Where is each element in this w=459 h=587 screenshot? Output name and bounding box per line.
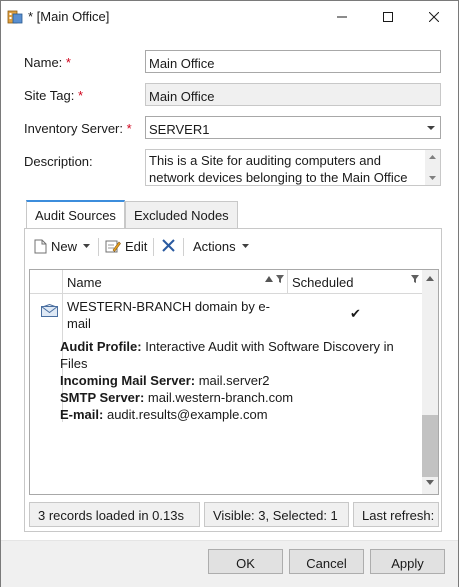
ok-button[interactable]: OK — [208, 549, 283, 574]
scrollbar-thumb[interactable] — [422, 415, 438, 477]
actions-button[interactable]: Actions — [193, 239, 249, 254]
status-records-loaded: 3 records loaded in 0.13s — [29, 502, 200, 527]
row-name-cell[interactable]: WESTERN-BRANCH domain by e-mail — [67, 298, 282, 332]
apply-button[interactable]: Apply — [370, 549, 445, 574]
row-indicator-header — [30, 270, 63, 293]
email-icon — [41, 304, 58, 317]
maximize-icon — [383, 12, 393, 22]
close-icon — [429, 12, 439, 22]
toolbar-divider — [98, 238, 99, 256]
row-indicator[interactable] — [30, 294, 63, 422]
scheduled-check-icon: ✔ — [350, 306, 361, 321]
new-button[interactable]: New — [34, 239, 91, 254]
required-marker: * — [126, 121, 132, 136]
filter-icon[interactable] — [276, 275, 284, 283]
chevron-down-icon[interactable] — [426, 125, 436, 131]
inventory-server-label: Inventory Server: * — [24, 121, 132, 136]
status-last-refresh: Last refresh: — [353, 502, 439, 527]
description-label: Description: — [24, 154, 93, 169]
maximize-button[interactable] — [365, 1, 411, 33]
sort-ascending-icon — [265, 276, 273, 282]
minimize-button[interactable] — [319, 1, 365, 33]
delete-button[interactable] — [162, 239, 175, 252]
cancel-button[interactable]: Cancel — [289, 549, 364, 574]
tab-audit-sources[interactable]: Audit Sources — [26, 200, 125, 229]
chevron-down-icon — [83, 244, 91, 248]
column-header-scheduled[interactable]: Scheduled — [288, 270, 422, 293]
toolbar-divider — [153, 238, 154, 256]
tab-panel: New Edit Actions Name Scheduled WESTERN-… — [24, 228, 442, 532]
audit-sources-grid[interactable]: Name Scheduled WESTERN-BRANCH domain by … — [29, 269, 439, 495]
detail-incoming-mail-server: Incoming Mail Server: mail.server2 — [60, 373, 270, 388]
site-tag-label: Site Tag: * — [24, 88, 84, 103]
description-textarea[interactable]: This is a Site for auditing computers an… — [145, 149, 441, 186]
dialog-window: * [Main Office] Name: * Site Tag: * Inve… — [0, 0, 459, 587]
minimize-icon — [337, 16, 347, 18]
filter-icon[interactable] — [411, 275, 419, 283]
chevron-down-icon — [241, 244, 249, 248]
column-header-name[interactable]: Name — [63, 270, 288, 293]
grid-scrollbar[interactable] — [422, 270, 438, 494]
edit-button[interactable]: Edit — [105, 239, 147, 254]
new-document-icon — [34, 239, 47, 254]
description-scrollbar[interactable] — [425, 150, 440, 185]
detail-smtp-server: SMTP Server: mail.western-branch.com — [60, 390, 294, 405]
required-marker: * — [65, 55, 71, 70]
title-bar[interactable]: * [Main Office] — [1, 1, 458, 33]
name-input[interactable] — [145, 50, 441, 73]
detail-audit-profile: Audit Profile: Interactive Audit with So… — [60, 339, 394, 371]
close-button[interactable] — [411, 1, 457, 33]
required-marker: * — [77, 88, 84, 103]
inventory-server-select[interactable] — [145, 116, 441, 139]
grid-header: Name Scheduled — [30, 270, 422, 294]
window-title: * [Main Office] — [28, 9, 110, 24]
status-visible-selected: Visible: 3, Selected: 1 — [204, 502, 349, 527]
scroll-down-icon[interactable] — [426, 480, 434, 485]
scroll-down-icon[interactable] — [428, 175, 437, 181]
toolbar-divider — [183, 238, 184, 256]
name-label: Name: * — [24, 55, 71, 70]
tab-excluded-nodes[interactable]: Excluded Nodes — [125, 201, 238, 228]
app-icon — [7, 10, 23, 24]
delete-icon — [162, 239, 175, 252]
toolbar: New Edit Actions — [25, 229, 441, 265]
detail-email: E-mail: audit.results@example.com — [60, 407, 268, 422]
edit-icon — [105, 240, 121, 253]
scroll-up-icon[interactable] — [428, 154, 437, 160]
scroll-up-icon[interactable] — [426, 276, 434, 281]
row-details: Audit Profile: Interactive Audit with So… — [60, 338, 420, 423]
site-tag-input[interactable] — [145, 83, 441, 106]
